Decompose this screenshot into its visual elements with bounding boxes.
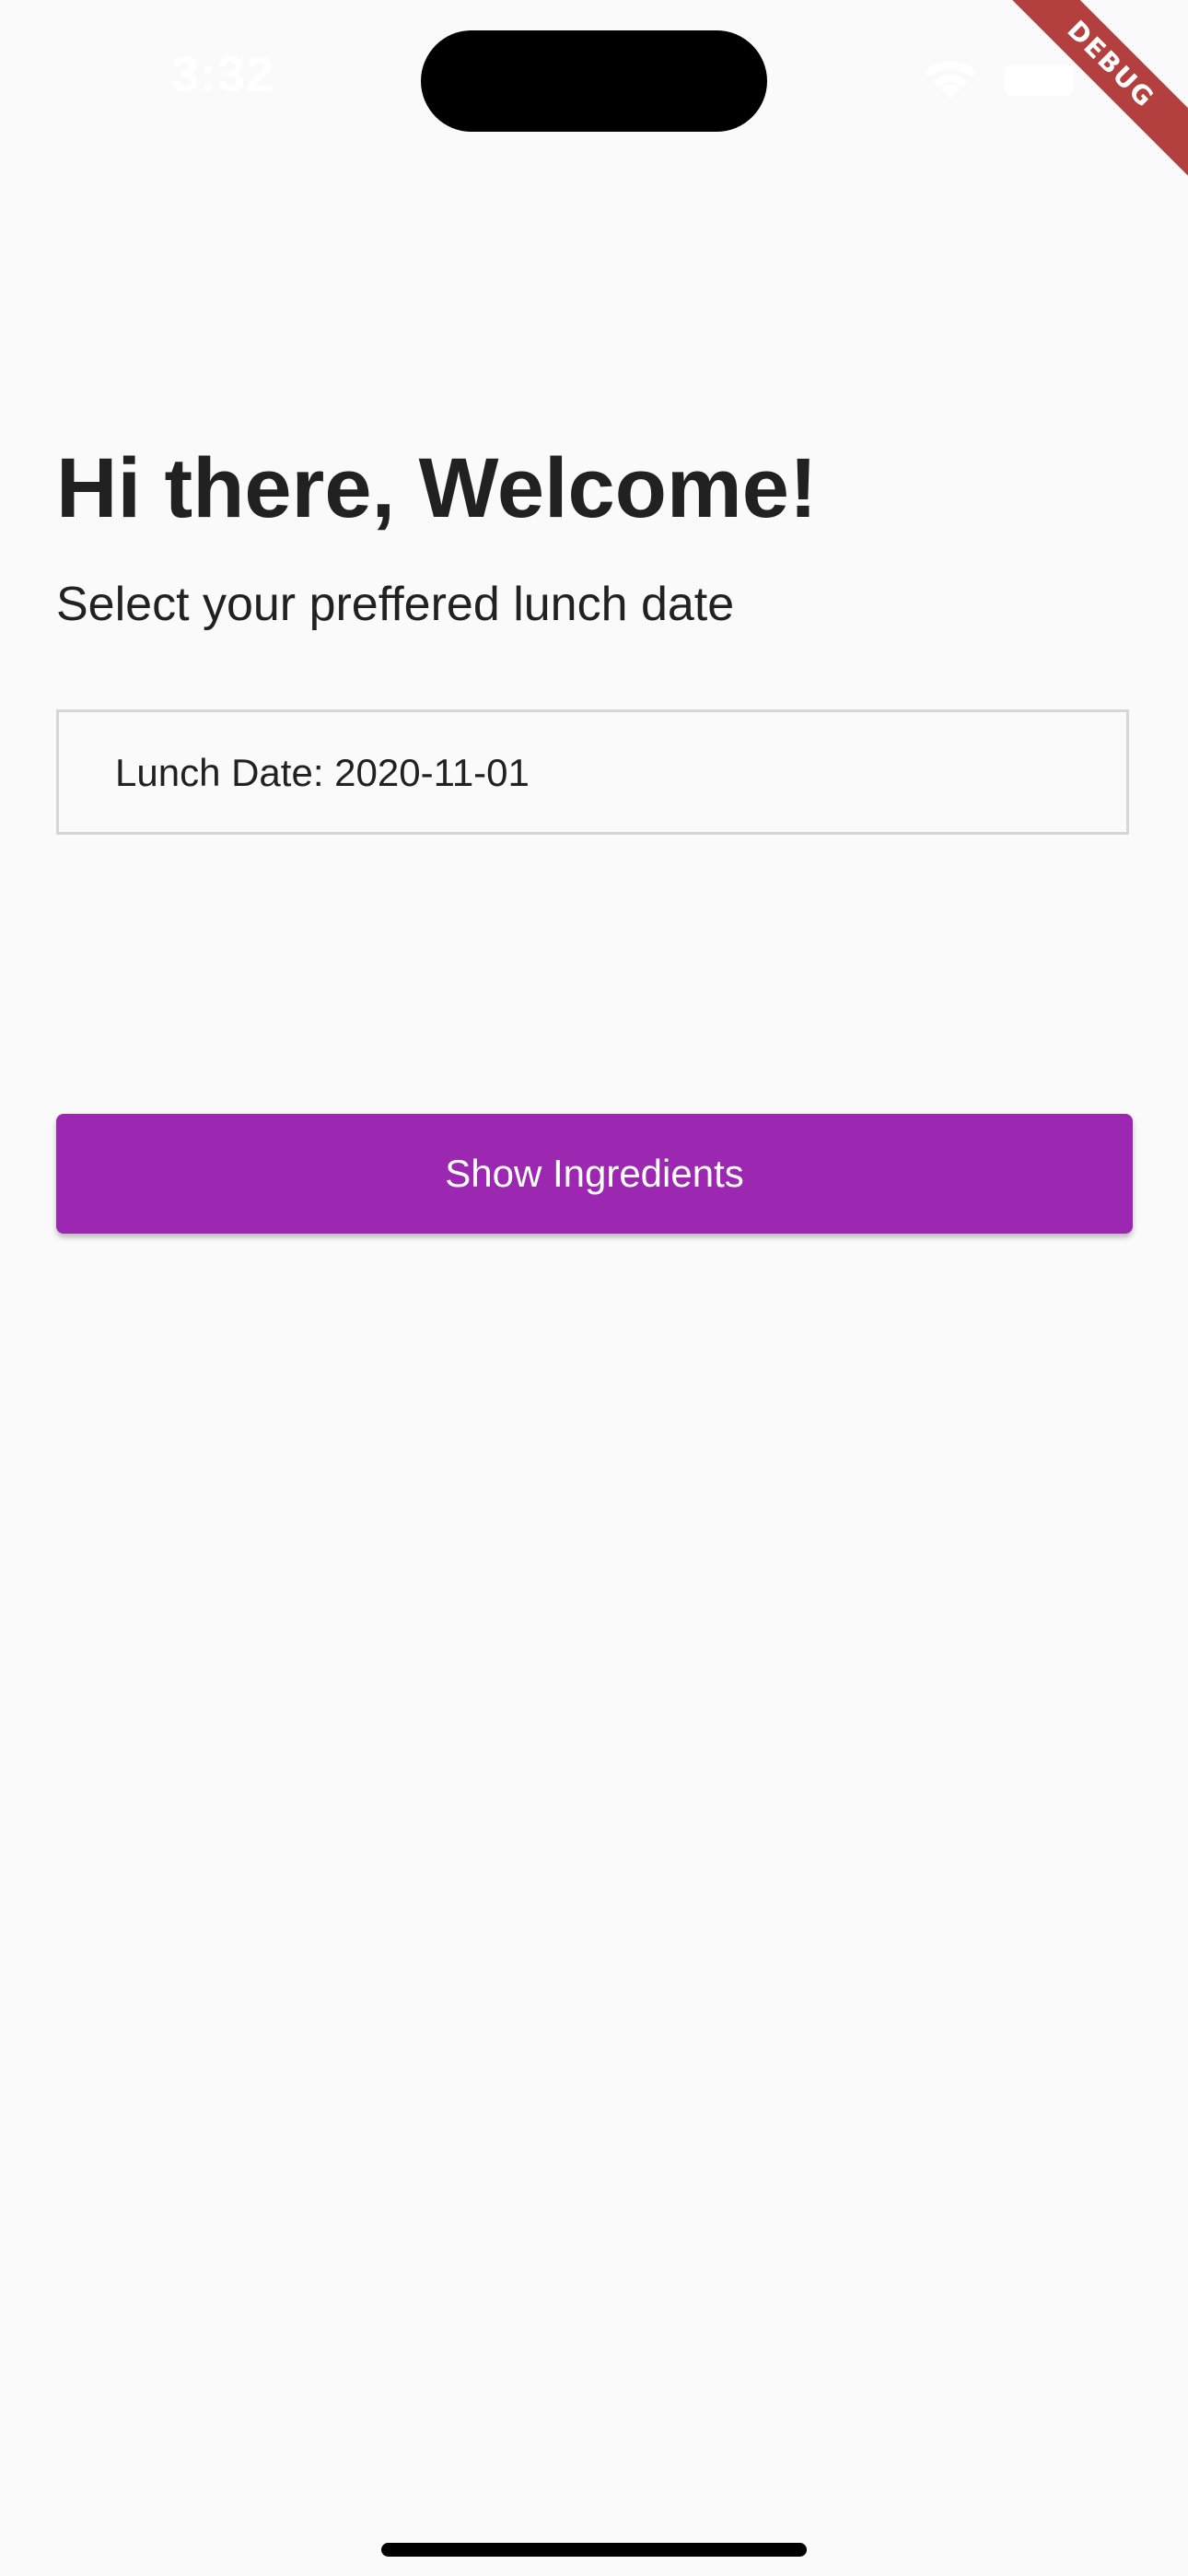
debug-banner: DEBUG — [1004, 0, 1188, 184]
status-time: 3:32 — [171, 47, 275, 102]
wifi-icon — [925, 61, 976, 98]
page-title: Hi there, Welcome! — [56, 441, 818, 535]
home-indicator[interactable] — [381, 2543, 807, 2557]
lunch-date-field[interactable]: Lunch Date: 2020-11-01 — [56, 709, 1129, 835]
show-ingredients-button[interactable]: Show Ingredients — [56, 1114, 1133, 1234]
page-subtitle: Select your preffered lunch date — [56, 578, 735, 631]
lunch-date-value: Lunch Date: 2020-11-01 — [115, 751, 530, 794]
debug-label: DEBUG — [1004, 0, 1188, 180]
main-content: Hi there, Welcome! Select your preffered… — [56, 424, 1133, 1234]
dynamic-island — [421, 30, 767, 132]
